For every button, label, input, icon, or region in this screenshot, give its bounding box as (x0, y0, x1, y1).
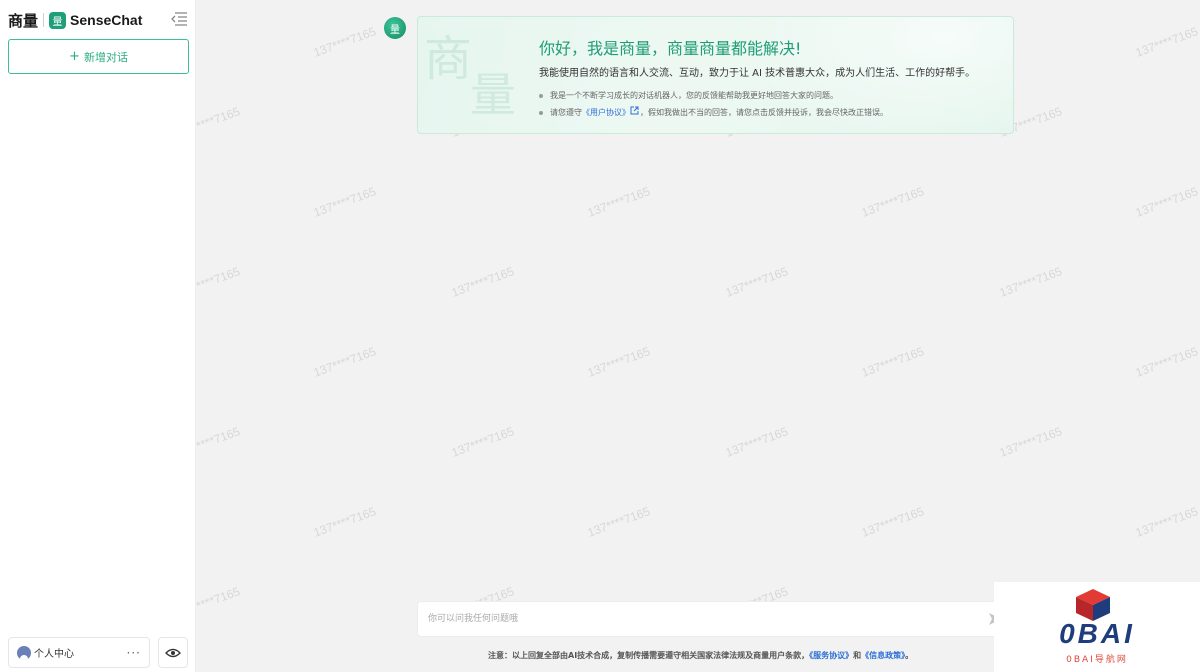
watermark-text: 137****7165 (723, 424, 790, 460)
watermark-text: 137****7165 (585, 184, 652, 220)
bullet-text-suffix: ，假如我做出不当的回答，请您点击反馈并投诉，我会尽快改正错误。 (640, 107, 888, 117)
personal-center-button[interactable]: 个人中心 ··· (8, 637, 150, 668)
bullet-text-prefix: 请您遵守 (550, 107, 582, 117)
personal-center-label: 个人中心 (34, 649, 74, 660)
watermark-text: 137****7165 (859, 344, 926, 380)
brand-en-name: SenseChat (70, 12, 143, 28)
plus-icon: + (69, 49, 80, 64)
watermark-text: 137****7165 (997, 264, 1064, 300)
message-input[interactable] (418, 602, 1013, 636)
brand-cn-name: 商量 (8, 11, 39, 30)
watermark-text: 137****7165 (1133, 344, 1200, 380)
collapse-sidebar-button[interactable] (170, 11, 188, 27)
bot-avatar: 量 (384, 17, 406, 39)
external-link-icon[interactable] (630, 106, 639, 119)
visibility-toggle-button[interactable] (158, 637, 188, 668)
user-icon (17, 645, 31, 660)
welcome-bullet-item: 我是一个不断学习成长的对话机器人，您的反馈能帮助我更好地回答大家的问题。 (539, 87, 888, 104)
watermark-text: 137****7165 (585, 344, 652, 380)
watermark-text: 137****7165 (311, 344, 378, 380)
disclaimer-footer: 注意：以上回复全部由AI技术合成，复制传播需要遵守相关国家法律法规及商量用户条款… (488, 650, 913, 661)
brand: 商量 量 SenseChat (8, 9, 142, 31)
watermark-text: 137****7165 (723, 264, 790, 300)
new-chat-button[interactable]: + 新增对话 (8, 39, 189, 74)
watermark-text: 137****7165 (1133, 504, 1200, 540)
watermark-text: 137****7165 (1133, 24, 1200, 60)
welcome-card: 商 量 你好，我是商量，商量商量都能解决! 我能使用自然的语言和人交流、互动，致… (417, 16, 1014, 134)
watermark-text: 137****7165 (997, 424, 1064, 460)
user-agreement-link[interactable]: 《用户协议》 (582, 107, 630, 119)
disclaimer-and: 和 (853, 651, 862, 660)
watermark-text: 137****7165 (311, 184, 378, 220)
bullet-dot-icon (539, 93, 543, 98)
service-agreement-link[interactable]: 《服务协议》 (809, 651, 853, 660)
watermark-text: 137****7165 (311, 504, 378, 540)
watermark-text: 137****7165 (311, 24, 378, 60)
watermark-text: 137****7165 (449, 264, 516, 300)
watermark-text: 137****7165 (585, 504, 652, 540)
bullet-dot-icon (539, 110, 543, 115)
welcome-watermark-char: 量 (470, 68, 516, 122)
badge-subtitle: 0BAI导航网 (1066, 655, 1128, 665)
collapse-sidebar-icon (171, 12, 187, 26)
welcome-bullet-item: 请您遵守 《用户协议》 ，假如我做出不当的回答，请您点击反馈并投诉，我会尽快改正… (539, 104, 888, 121)
message-input-box (417, 601, 1014, 637)
sensechat-logo-icon: 量 (49, 11, 67, 29)
welcome-watermark-char: 商 (424, 31, 473, 87)
brand-divider (43, 13, 45, 27)
welcome-title: 你好，我是商量，商量商量都能解决! (539, 39, 802, 58)
welcome-subtitle: 我能使用自然的语言和人交流、互动，致力于让 AI 技术普惠大众，成为人们生活、工… (539, 68, 976, 79)
watermark-text: 137****7165 (449, 424, 516, 460)
site-badge: 0BAI 0BAI导航网 (994, 582, 1200, 672)
info-policy-link[interactable]: 《信息政策》 (861, 651, 905, 660)
more-icon[interactable]: ··· (127, 646, 141, 660)
watermark-text: 137****7165 (859, 504, 926, 540)
watermark-text: 137****7165 (1133, 184, 1200, 220)
welcome-bullets: 我是一个不断学习成长的对话机器人，您的反馈能帮助我更好地回答大家的问题。 请您遵… (539, 87, 888, 121)
sidebar: 商量 量 SenseChat + 新增对话 个人中心 ··· (0, 0, 196, 672)
bullet-text: 我是一个不断学习成长的对话机器人，您的反馈能帮助我更好地回答大家的问题。 (550, 90, 838, 100)
app-window: 137****7165 137****7165 137****7165 137****… (0, 0, 1200, 672)
eye-icon (165, 648, 181, 657)
disclaimer-text: 注意：以上回复全部由AI技术合成，复制传播需要遵守相关国家法律法规及商量用户条款… (488, 651, 810, 660)
disclaimer-suffix: 。 (905, 651, 914, 660)
new-chat-label: 新增对话 (83, 50, 128, 64)
badge-title: 0BAI (1059, 618, 1135, 649)
watermark-text: 137****7165 (859, 184, 926, 220)
